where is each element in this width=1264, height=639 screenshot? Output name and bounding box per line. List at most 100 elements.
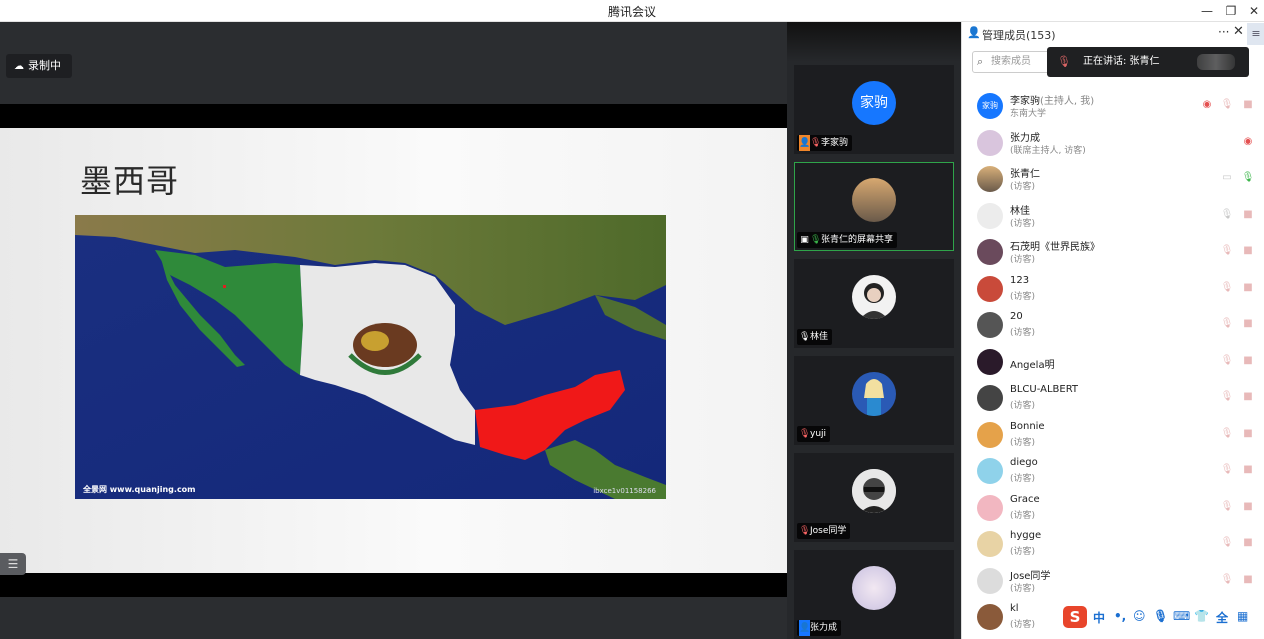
list-item[interactable]: Grace (访客) 🎙 ■	[962, 490, 1264, 527]
camera-off-icon[interactable]: ■	[1241, 317, 1255, 331]
list-item[interactable]: Bonnie (访客) 🎙 ■	[962, 417, 1264, 454]
mic-on-icon[interactable]: 🎙	[1241, 171, 1255, 185]
list-item[interactable]: Angela明 🎙 ■	[962, 344, 1264, 381]
mic-icon[interactable]: 🎙	[1220, 208, 1234, 222]
avatar	[977, 202, 1003, 229]
avatar	[977, 567, 1003, 594]
recording-icon: ◉	[1202, 99, 1212, 110]
mic-muted-icon[interactable]: 🎙	[1220, 98, 1234, 112]
mic-muted-icon[interactable]: 🎙	[1220, 500, 1234, 514]
list-item[interactable]: 20 (访客) 🎙 ■	[962, 307, 1264, 344]
member-name: 123	[1010, 274, 1030, 286]
video-tile-zhanglicheng[interactable]: 👤张力成	[794, 550, 954, 639]
mexico-map-image: 全景网 www.quanjing.com ibxce1v01158266	[75, 215, 666, 499]
restore-button[interactable]: ❐	[1220, 2, 1242, 20]
speaking-mic-icon: 🎙	[1057, 55, 1071, 68]
camera-off-icon[interactable]: ■	[1241, 500, 1255, 514]
list-item[interactable]: BLCU-ALBERT (访客) 🎙 ■	[962, 380, 1264, 417]
panel-menu-icon[interactable]: ≡	[1247, 23, 1264, 45]
ime-mode-button[interactable]: 中	[1093, 609, 1105, 626]
avatar: 家驹	[852, 81, 896, 125]
list-item[interactable]: diego (访客) 🎙 ■	[962, 453, 1264, 490]
ime-voice-icon[interactable]: 🎙	[1153, 609, 1168, 623]
camera-off-icon[interactable]: ■	[1241, 536, 1255, 550]
ime-skin-icon[interactable]: 👕	[1194, 609, 1209, 623]
camera-off-icon[interactable]: ■	[1241, 427, 1255, 441]
camera-off-icon[interactable]: ■	[1241, 244, 1255, 258]
gallery-header	[787, 22, 961, 62]
mic-muted-icon[interactable]: 🎙	[1220, 354, 1234, 368]
letterbox-bottom	[0, 573, 787, 597]
ime-keyboard-icon[interactable]: ⌨	[1173, 609, 1190, 623]
sogou-logo-icon[interactable]: S	[1063, 606, 1087, 628]
recording-label: 录制中	[28, 59, 61, 72]
minimize-button[interactable]: —	[1196, 2, 1218, 20]
mic-muted-icon: 🎙	[810, 138, 822, 148]
member-role: (访客)	[1010, 255, 1036, 265]
tile-name-tag: 🎙yuji	[797, 426, 831, 442]
list-item[interactable]: 123 (访客) 🎙 ■	[962, 271, 1264, 308]
list-item[interactable]: Jose同学 (访客) 🎙 ■	[962, 563, 1264, 600]
mic-muted-icon[interactable]: 🎙	[1220, 244, 1234, 258]
screen-share-icon: ▣	[800, 235, 809, 245]
mic-muted-icon[interactable]: 🎙	[1220, 281, 1234, 295]
mic-muted-icon[interactable]: 🎙	[1220, 427, 1234, 441]
list-item[interactable]: 家驹 李家驹(主持人, 我) 东南大学 ◉ 🎙 ■	[962, 88, 1264, 125]
ime-toolbar: S 中 •, ☺ 🎙 ⌨ 👕 全 ▦	[1061, 605, 1264, 631]
mic-muted-icon[interactable]: 🎙	[1220, 390, 1234, 404]
member-role: (访客)	[1010, 401, 1036, 411]
tile-name-tag: 👤🎙李家驹	[797, 135, 853, 151]
ime-punct-button[interactable]: •,	[1114, 609, 1126, 623]
mic-on-icon: 🎙	[810, 235, 822, 245]
speaking-avatar-blur	[1197, 54, 1235, 70]
camera-off-icon[interactable]: ■	[1241, 281, 1255, 295]
list-item[interactable]: 林佳 (访客) 🎙 ■	[962, 198, 1264, 235]
member-tag: (主持人, 我)	[1040, 96, 1095, 107]
list-item[interactable]: 张力成 (联席主持人, 访客) ◉	[962, 125, 1264, 162]
camera-off-icon[interactable]: ■	[1241, 208, 1255, 222]
member-name: 张力成	[1010, 132, 1040, 144]
panel-header: 👤 管理成员(153) ··· ✕ ≡	[962, 22, 1264, 46]
recording-badge[interactable]: ☁ 录制中	[6, 54, 72, 78]
tile-name: yuji	[810, 429, 827, 439]
camera-off-icon[interactable]: ■	[1241, 463, 1255, 477]
video-tile-yuji[interactable]: 🎙yuji	[794, 356, 954, 445]
ime-emoji-icon[interactable]: ☺	[1133, 609, 1146, 623]
member-role: (访客)	[1010, 510, 1036, 521]
list-item[interactable]: 张青仁 (访客) ▭ 🎙	[962, 161, 1264, 198]
video-tile-jose[interactable]: 🎙Jose同学	[794, 453, 954, 542]
camera-off-icon[interactable]: ■	[1241, 98, 1255, 112]
member-role: 东南大学	[1010, 109, 1047, 119]
video-tile-zhangqingren-share[interactable]: ▣🎙张青仁的屏幕共享	[794, 162, 954, 251]
member-name: 石茂明《世界民族》	[1010, 242, 1100, 253]
camera-off-icon[interactable]: ■	[1241, 354, 1255, 368]
mic-muted-icon[interactable]: 🎙	[1220, 463, 1234, 477]
list-item[interactable]: hygge (访客) 🎙 ■	[962, 526, 1264, 563]
avatar	[852, 372, 896, 416]
avatar	[852, 469, 896, 513]
list-toggle-button[interactable]: ☰	[0, 553, 26, 575]
video-tile-lijiaju[interactable]: 家驹 👤🎙李家驹	[794, 65, 954, 154]
avatar	[977, 604, 1003, 630]
camera-off-icon[interactable]: ■	[1241, 390, 1255, 404]
mic-muted-icon[interactable]: 🎙	[1220, 536, 1234, 550]
panel-close-icon[interactable]: ✕	[1233, 24, 1244, 39]
ime-fullwidth-button[interactable]: 全	[1216, 609, 1228, 626]
avatar	[852, 178, 896, 222]
avatar	[852, 275, 896, 319]
list-item[interactable]: 石茂明《世界民族》 (访客) 🎙 ■	[962, 234, 1264, 271]
share-stage: ☁ 录制中 墨西哥 全景网 www.quanjing.com ibxce1v01…	[0, 22, 787, 639]
tile-name-tag: 🎙Jose同学	[797, 523, 851, 539]
close-button[interactable]: ✕	[1243, 2, 1264, 20]
video-tile-linjia[interactable]: 🎙林佳	[794, 259, 954, 348]
mic-muted-icon[interactable]: 🎙	[1220, 573, 1234, 587]
mic-muted-icon: 🎙	[799, 526, 811, 536]
camera-off-icon[interactable]: ■	[1241, 573, 1255, 587]
avatar	[977, 494, 1003, 521]
avatar	[977, 385, 1003, 411]
more-icon[interactable]: ···	[1218, 25, 1229, 39]
mic-icon: 🎙	[799, 332, 811, 342]
recording-icon: ◉	[1243, 135, 1253, 147]
mic-muted-icon[interactable]: 🎙	[1220, 317, 1234, 331]
ime-tools-icon[interactable]: ▦	[1237, 609, 1248, 623]
